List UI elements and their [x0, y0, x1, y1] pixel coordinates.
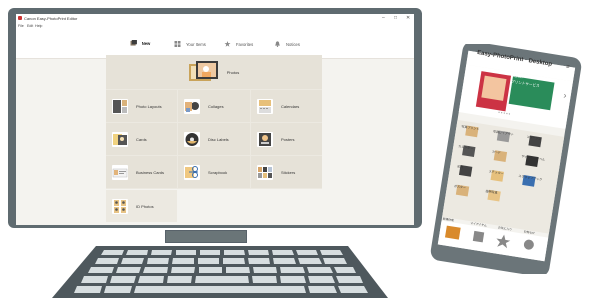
- menu-bar: File Edit Help: [16, 23, 414, 30]
- phone-prev-icon[interactable]: ‹: [460, 74, 465, 84]
- cards-icon: [112, 131, 128, 147]
- category-scrapbook-label: Scrapbook: [208, 169, 228, 175]
- tab-new-label: New: [141, 40, 151, 46]
- category-posters-label: Posters: [281, 136, 295, 142]
- keyboard-illustration: [52, 246, 388, 298]
- category-cards-label: Cards: [136, 136, 147, 142]
- phone-grid-label: スクラップブック: [518, 173, 543, 182]
- phone-menu-icon[interactable]: ≡: [566, 64, 570, 70]
- title-bar: Canon Easy-PhotoPrint Editor – □ ✕: [16, 14, 414, 23]
- bell-icon: [275, 41, 280, 47]
- tab-notices[interactable]: Notices: [274, 30, 300, 58]
- phone-pager: ● ● ● ● ●: [497, 109, 511, 116]
- phone-banner-line1: Canon: [511, 73, 523, 80]
- minimize-button[interactable]: –: [382, 15, 385, 21]
- phone-grid-label: 証明写真: [485, 189, 498, 195]
- posters-icon: [257, 131, 273, 147]
- category-id-photos-label: ID Photos: [136, 203, 154, 209]
- category-calendars[interactable]: Calendars: [251, 90, 322, 122]
- close-button[interactable]: ✕: [406, 15, 410, 21]
- menu-help[interactable]: Help: [35, 24, 42, 28]
- phone-grid-label: 名刺: [456, 164, 464, 170]
- disc-labels-icon: [184, 131, 200, 147]
- phone-tab-label[interactable]: マイアイテム: [470, 221, 487, 228]
- photo-layouts-icon: [112, 98, 128, 114]
- phone-grid-label: カレンダー: [457, 144, 474, 151]
- monitor-stand: [165, 230, 247, 243]
- tab-notices-label: Notices: [286, 41, 300, 47]
- phone-tab-label[interactable]: 新規作成: [442, 217, 454, 223]
- phone-next-icon[interactable]: ›: [563, 90, 568, 100]
- phone-banner-line2: プリントサービス: [510, 79, 540, 89]
- category-scrapbook[interactable]: Scrapbook: [178, 156, 250, 188]
- grid-icon: [174, 41, 181, 47]
- category-disc-labels[interactable]: Disc Labels: [178, 123, 250, 155]
- phone-grid-label: カード: [491, 149, 502, 155]
- phone-grid-label: 写真プリント: [461, 124, 480, 132]
- phone-tab-label[interactable]: お知らせ: [523, 229, 535, 235]
- tab-favorites-label: Favorites: [236, 41, 254, 47]
- phone-grid-label: ポスター: [453, 183, 467, 190]
- business-cards-icon: [112, 164, 128, 180]
- category-stickers-label: Stickers: [281, 169, 296, 175]
- category-disc-labels-label: Disc Labels: [208, 136, 229, 142]
- tab-your-items-label: Your Items: [186, 41, 206, 47]
- category-panel: Photos Photo Layouts Collages Calendars …: [106, 55, 322, 189]
- maximize-button[interactable]: □: [394, 15, 397, 21]
- category-business-cards-label: Business Cards: [136, 169, 165, 175]
- tab-new[interactable]: New: [120, 30, 160, 58]
- category-photos[interactable]: Photos: [106, 55, 322, 89]
- phone-grid-label: ステッカー: [488, 169, 504, 176]
- category-calendars-label: Calendars: [281, 103, 300, 109]
- phone-tab-label[interactable]: お気に入り: [498, 225, 512, 231]
- photos-icon: [188, 61, 218, 81]
- stickers-icon: [257, 164, 273, 180]
- tab-favorites[interactable]: Favorites: [224, 30, 253, 58]
- tab-your-items[interactable]: Your Items: [174, 30, 206, 58]
- new-icon: [130, 40, 137, 46]
- category-collages[interactable]: Collages: [178, 90, 250, 122]
- star-icon: [224, 41, 231, 47]
- category-id-photos[interactable]: ID Photos: [106, 190, 177, 222]
- category-posters[interactable]: Posters: [251, 123, 322, 155]
- app-window: Canon Easy-PhotoPrint Editor – □ ✕ File …: [16, 14, 414, 225]
- category-business-cards[interactable]: Business Cards: [106, 156, 177, 188]
- category-collages-label: Collages: [208, 103, 224, 109]
- phone-grid-label: ディスクレーベル: [521, 154, 546, 162]
- category-photo-layouts-label: Photo Layouts: [136, 103, 162, 109]
- calendars-icon: [257, 98, 273, 114]
- phone-grid-label: コラージュ: [526, 134, 542, 142]
- id-photos-icon: [112, 198, 128, 214]
- category-stickers[interactable]: Stickers: [251, 156, 322, 188]
- window-title: Canon Easy-PhotoPrint Editor: [24, 16, 78, 21]
- app-logo-icon: [18, 16, 22, 20]
- category-photo-layouts[interactable]: Photo Layouts: [106, 90, 177, 122]
- menu-file[interactable]: File: [18, 24, 24, 28]
- phone-grid-label: 写真レイアウト: [492, 129, 515, 137]
- category-photos-label: Photos: [226, 69, 240, 75]
- collages-icon: [184, 98, 200, 114]
- category-cards[interactable]: Cards: [106, 123, 177, 155]
- scrapbook-icon: [184, 164, 200, 180]
- menu-edit[interactable]: Edit: [27, 24, 33, 28]
